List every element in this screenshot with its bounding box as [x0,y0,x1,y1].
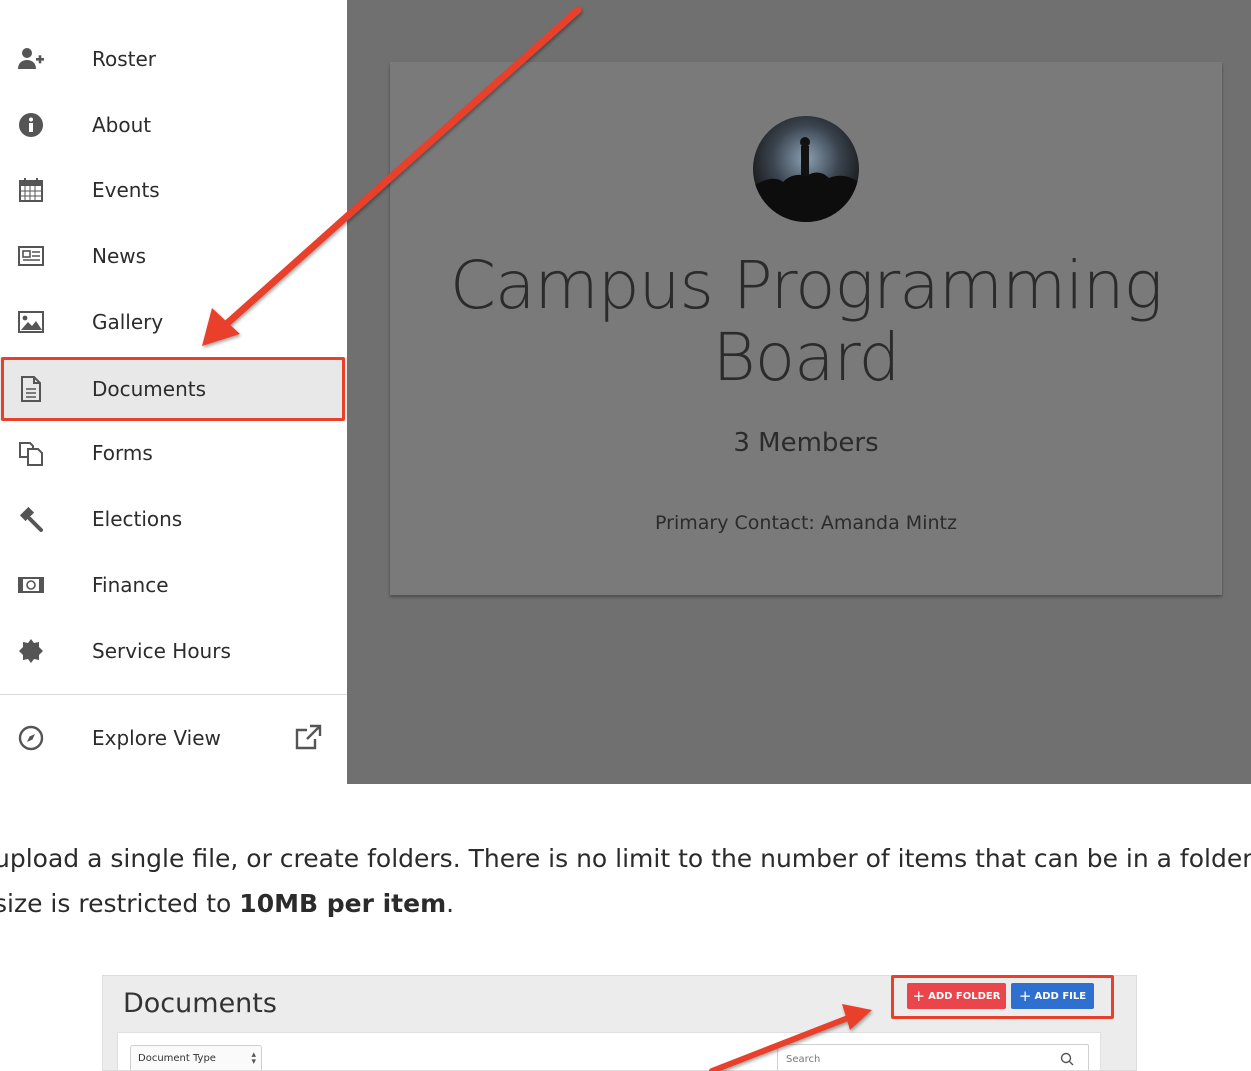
external-link-icon[interactable] [293,723,323,753]
sidebar-item-news[interactable]: News [0,224,347,288]
document-type-select[interactable]: Document Type ▴ ▾ [130,1045,262,1070]
add-file-label: ADD FILE [1034,990,1087,1002]
sidebar-item-label: Service Hours [92,639,231,663]
calendar-icon [14,173,48,207]
size-limit: 10MB per item [239,889,447,918]
documents-toolbar: Document Type ▴ ▾ Search [117,1032,1101,1070]
search-placeholder: Search [786,1054,821,1065]
sidebar-item-label: Explore View [92,726,221,750]
home-item-partial [0,0,347,4]
organization-avatar [753,116,859,222]
forms-icon [14,436,48,470]
select-caret-icon: ▴ ▾ [251,1050,256,1067]
sidebar-item-about[interactable]: About [0,93,347,157]
sidebar-item-label: Finance [92,573,169,597]
member-count: 3 Members [733,428,879,458]
sidebar-item-label: About [92,113,152,137]
sidebar-item-elections[interactable]: Elections [0,487,347,551]
search-icon[interactable] [1060,1052,1074,1066]
primary-contact: Primary Contact: Amanda Mintz [655,512,957,534]
sidebar-item-roster[interactable]: Roster [0,27,347,91]
plus-icon: + [912,987,926,1005]
sidebar-item-label: Forms [92,441,153,465]
sidebar-item-label: Elections [92,507,183,531]
sidebar-item-label: News [92,244,147,268]
image-icon [14,305,48,339]
organization-card: Campus Programming Board 3 Members Prima… [390,62,1222,595]
add-file-button[interactable]: + ADD FILE [1011,983,1094,1009]
sidebar-item-label: Gallery [92,310,164,334]
add-folder-button[interactable]: + ADD FOLDER [907,983,1006,1009]
sidebar-item-events[interactable]: Events [0,158,347,222]
plus-icon: + [1018,987,1032,1005]
add-user-icon [14,42,48,76]
search-input[interactable]: Search [777,1044,1089,1070]
sidebar-item-documents[interactable]: Documents [0,357,347,421]
sidebar-divider [0,694,347,695]
compass-icon [14,721,48,755]
main-content-overlay: Campus Programming Board 3 Members Prima… [347,0,1251,784]
instruction-suffix: . [446,889,455,918]
sidebar: Roster About Events News Gallery Documen… [0,0,347,784]
instruction-text-line-2: size is restricted to 10MB per item. [0,889,454,918]
sidebar-item-explore-view[interactable]: Explore View [0,706,347,770]
add-folder-label: ADD FOLDER [928,990,1001,1002]
money-icon [14,568,48,602]
document-type-value: Document Type [138,1053,216,1064]
newspaper-icon [14,239,48,273]
organization-name: Campus Programming Board [449,247,1163,396]
instruction-prefix: size is restricted to [0,889,232,918]
document-icon [14,372,48,406]
badge-icon [14,634,48,668]
sidebar-item-label: Documents [92,377,207,401]
gavel-icon [14,502,48,536]
sidebar-item-finance[interactable]: Finance [0,553,347,617]
sidebar-item-gallery[interactable]: Gallery [0,290,347,354]
sidebar-item-label: Events [92,178,160,202]
sidebar-item-service-hours[interactable]: Service Hours [0,619,347,683]
sidebar-item-forms[interactable]: Forms [0,421,347,485]
instruction-text-line-1: upload a single file, or create folders.… [0,844,1251,873]
sidebar-item-label: Roster [92,47,157,71]
info-icon [14,108,48,142]
documents-title: Documents [123,988,277,1019]
